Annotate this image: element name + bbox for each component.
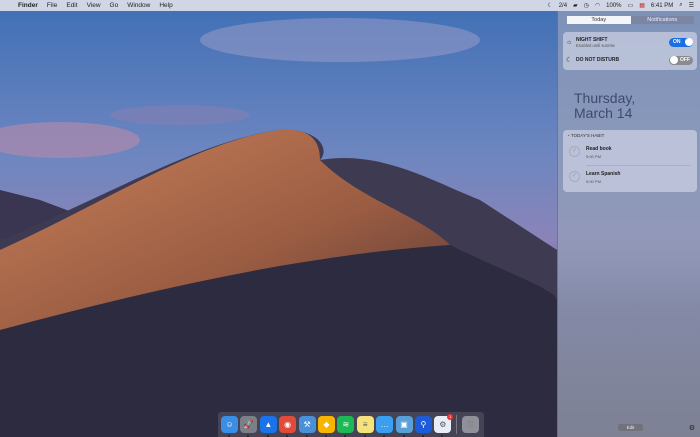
- menu-view[interactable]: View: [87, 2, 101, 9]
- toggle-state: OFF: [680, 57, 690, 63]
- maps-icon: ⚲: [420, 420, 427, 429]
- workspace-indicator[interactable]: 2/4: [559, 3, 567, 9]
- toggle-state: ON: [673, 39, 681, 45]
- wifi-icon[interactable]: ◠: [595, 2, 600, 9]
- dock-app-chrome[interactable]: ◉: [279, 416, 297, 437]
- chrome-icon: ◉: [284, 420, 292, 429]
- check-icon[interactable]: ✓: [569, 171, 580, 182]
- dock-trash[interactable]: 🗑: [461, 416, 479, 433]
- habit-widget: ◔ TODAY'S HABIT ✓ Read book 9:00 PM ✓ Le…: [563, 130, 697, 192]
- xcode-helper-icon: ⚙: [439, 420, 447, 429]
- dock: ☺ 🚀 ▲ ◉ ⚒ ◆ ≋ ≡ … ▣ ⚲ ⚙ 1 🗑: [218, 412, 484, 437]
- moon-icon: ☾: [566, 57, 573, 64]
- notification-badge: 1: [447, 414, 454, 420]
- dnd-toggle[interactable]: OFF: [669, 55, 693, 65]
- toggles-widget: ☼ NIGHT SHIFT Enabled until sunrise ON ☾…: [563, 32, 697, 70]
- launchpad-icon: 🚀: [243, 420, 254, 429]
- preview-icon: ▣: [400, 420, 408, 429]
- dock-app-launchpad[interactable]: 🚀: [240, 416, 258, 437]
- menu-go[interactable]: Go: [110, 2, 119, 9]
- tab-notifications[interactable]: Notifications: [630, 16, 694, 24]
- flag-icon[interactable]: ▦: [639, 2, 645, 9]
- menu-file[interactable]: File: [47, 2, 57, 9]
- dock-app-messages[interactable]: …: [376, 416, 394, 437]
- notification-center-icon[interactable]: ☰: [689, 2, 694, 9]
- dock-app-sketch[interactable]: ◆: [317, 416, 335, 437]
- dock-app-safari[interactable]: ▲: [259, 416, 277, 437]
- finder-icon: ☺: [225, 420, 234, 429]
- habit-item[interactable]: ✓ Read book 9:00 PM: [563, 141, 697, 163]
- habit-name: Read book: [586, 146, 612, 152]
- dock-app-xcode[interactable]: ⚒: [298, 416, 316, 437]
- tab-today[interactable]: Today: [567, 16, 631, 24]
- spotify-icon: ≋: [342, 420, 350, 429]
- safari-icon: ▲: [264, 420, 273, 429]
- trash-icon: 🗑: [465, 420, 476, 429]
- settings-gear-icon[interactable]: ⚙: [689, 424, 695, 432]
- night-shift-subtitle: Enabled until sunrise: [576, 42, 615, 48]
- menu-help[interactable]: Help: [159, 2, 172, 9]
- dock-app-maps[interactable]: ⚲: [414, 416, 432, 437]
- dock-app-xcode-helper[interactable]: ⚙ 1: [434, 414, 454, 437]
- time-machine-icon[interactable]: ◷: [584, 2, 589, 9]
- night-shift-icon: ☼: [566, 38, 573, 46]
- habit-time: 9:00 PM: [586, 154, 601, 159]
- night-shift-row: ☼ NIGHT SHIFT Enabled until sunrise ON: [563, 34, 697, 50]
- habit-name: Learn Spanish: [586, 171, 621, 177]
- check-icon[interactable]: ✓: [569, 146, 580, 157]
- dock-app-finder[interactable]: ☺: [221, 416, 238, 437]
- date-weekday: Thursday,: [574, 90, 636, 106]
- dock-app-preview[interactable]: ▣: [395, 416, 413, 437]
- menu-edit[interactable]: Edit: [66, 2, 77, 9]
- battery-icon[interactable]: ▭: [628, 2, 634, 9]
- habit-time: 9:00 PM: [586, 179, 601, 184]
- night-shift-toggle[interactable]: ON: [669, 37, 693, 47]
- menu-app-finder[interactable]: Finder: [18, 2, 38, 9]
- edit-button[interactable]: Edit: [618, 424, 643, 431]
- clock[interactable]: 6:41 PM: [651, 3, 673, 9]
- habit-item[interactable]: ✓ Learn Spanish 9:00 PM: [563, 166, 697, 188]
- nc-tabs: Today Notifications: [567, 16, 694, 24]
- notes-icon: ≡: [362, 420, 368, 429]
- dock-app-notes[interactable]: ≡: [356, 416, 374, 437]
- habit-widget-header: ◔ TODAY'S HABIT: [567, 133, 604, 138]
- display-icon[interactable]: ▰: [573, 2, 578, 9]
- today-date: Thursday, March 14: [574, 91, 635, 121]
- dnd-title: DO NOT DISTURB: [576, 57, 620, 63]
- dock-separator: [455, 415, 457, 434]
- habit-widget-title: TODAY'S HABIT: [570, 133, 605, 138]
- notification-center: Today Notifications ☼ NIGHT SHIFT Enable…: [557, 11, 700, 437]
- xcode-icon: ⚒: [303, 420, 311, 429]
- sketch-icon: ◆: [323, 420, 330, 429]
- date-day: March 14: [574, 105, 633, 121]
- menu-window[interactable]: Window: [127, 2, 150, 9]
- spotlight-search-icon[interactable]: ⌕: [679, 2, 682, 9]
- battery-percent[interactable]: 100%: [606, 3, 621, 9]
- moon-icon[interactable]: ☾: [547, 2, 552, 9]
- messages-icon: …: [380, 420, 389, 429]
- dnd-row: ☾ DO NOT DISTURB OFF: [563, 52, 697, 68]
- dock-app-spotify[interactable]: ≋: [337, 416, 355, 437]
- menu-bar: Finder File Edit View Go Window Help ☾ 2…: [0, 0, 700, 11]
